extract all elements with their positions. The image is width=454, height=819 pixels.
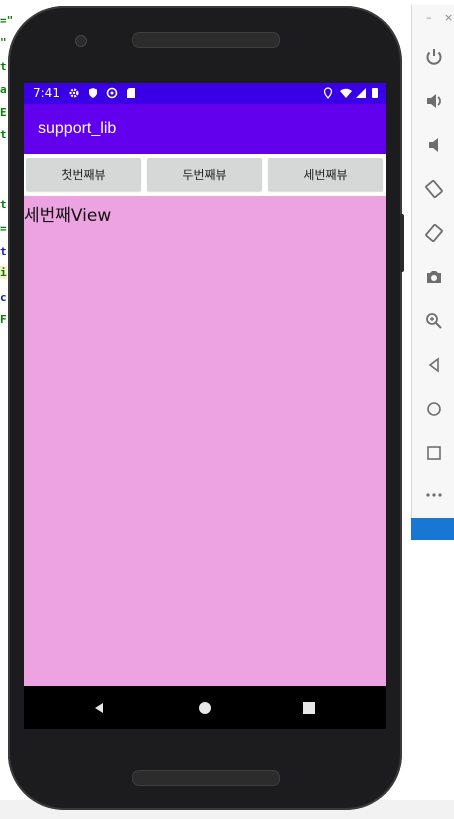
rotate-left-icon[interactable] xyxy=(412,169,454,209)
volume-down-icon[interactable] xyxy=(412,125,454,165)
rotate-right-icon[interactable] xyxy=(412,213,454,253)
button-row: 첫번째뷰 두번째뷰 세번째뷰 xyxy=(24,154,386,196)
app-bar: support_lib xyxy=(24,104,386,154)
code-fragment: t xyxy=(0,60,7,73)
volume-up-icon[interactable] xyxy=(412,81,454,121)
code-fragment: =" xyxy=(0,14,14,27)
content-text: 세번째View xyxy=(24,206,112,226)
code-fragment: c xyxy=(0,291,7,304)
code-fragment: t xyxy=(0,245,7,258)
side-button xyxy=(400,214,404,272)
location-icon xyxy=(321,86,335,100)
close-icon[interactable]: × xyxy=(444,11,453,24)
phone-screen: 7:41 support_lib 첫번째뷰 두번째뷰 세번째뷰 세번째View xyxy=(24,83,386,729)
nav-back-icon[interactable] xyxy=(89,698,109,718)
code-fragment: E xyxy=(0,106,7,119)
code-fragment: = xyxy=(0,222,7,235)
nav-home-icon[interactable] xyxy=(195,698,215,718)
power-icon[interactable] xyxy=(412,37,454,77)
sd-card-icon xyxy=(124,86,138,100)
emulator-toolbar: – × xyxy=(411,5,454,518)
front-camera xyxy=(75,35,87,47)
code-fragment: F xyxy=(0,313,7,326)
signal-icon xyxy=(354,86,368,100)
navigation-bar xyxy=(24,686,386,729)
home-icon[interactable] xyxy=(412,389,454,429)
status-bar: 7:41 xyxy=(24,83,386,104)
emulator-toolbar-footer xyxy=(411,518,454,540)
third-view-button[interactable]: 세번째뷰 xyxy=(268,158,383,191)
shield-icon xyxy=(86,86,100,100)
earpiece-speaker xyxy=(132,32,280,48)
bottom-speaker xyxy=(132,770,280,786)
overview-icon[interactable] xyxy=(412,433,454,473)
toolbar-window-controls: – × xyxy=(412,5,454,31)
sync-icon xyxy=(105,86,119,100)
camera-icon[interactable] xyxy=(412,257,454,297)
first-view-button[interactable]: 첫번째뷰 xyxy=(26,158,141,191)
gear-icon xyxy=(67,86,81,100)
code-fragment: t xyxy=(0,128,7,141)
battery-icon xyxy=(368,86,382,100)
minimize-icon[interactable]: – xyxy=(426,11,432,24)
phone-frame: 7:41 support_lib 첫번째뷰 두번째뷰 세번째뷰 세번째View xyxy=(8,6,404,810)
wifi-icon xyxy=(339,86,353,100)
second-view-button[interactable]: 두번째뷰 xyxy=(147,158,262,191)
status-time: 7:41 xyxy=(33,86,60,100)
code-fragment: " xyxy=(0,36,7,49)
app-title: support_lib xyxy=(38,120,117,137)
more-icon[interactable] xyxy=(412,475,454,515)
code-fragment: a xyxy=(0,83,7,96)
back-icon[interactable] xyxy=(412,345,454,385)
code-fragment: t xyxy=(0,198,7,211)
nav-overview-icon[interactable] xyxy=(299,698,319,718)
code-fragment: i xyxy=(0,266,7,279)
zoom-icon[interactable] xyxy=(412,301,454,341)
